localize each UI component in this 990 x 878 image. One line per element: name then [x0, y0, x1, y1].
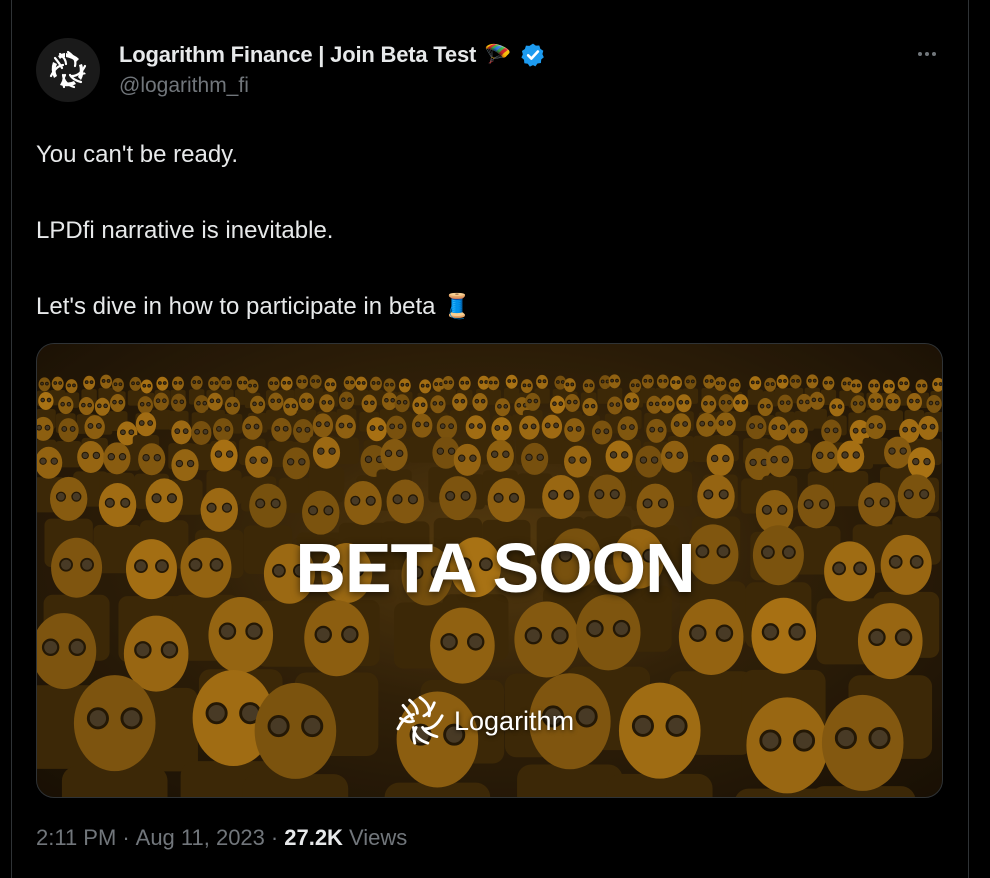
logarithm-logo-icon: [396, 696, 444, 745]
tweet-date[interactable]: Aug 11, 2023: [136, 825, 265, 851]
views-count: 27.2K: [284, 825, 343, 850]
more-options-icon[interactable]: [913, 44, 941, 64]
parachute-emoji: 🪂: [484, 42, 512, 67]
display-name[interactable]: Logarithm Finance | Join Beta Test: [119, 42, 476, 68]
tweet-text: You can't be ready. LPDfi narrative is i…: [36, 136, 936, 326]
meta-separator: ·: [270, 825, 279, 850]
logarithm-logo-icon: [49, 50, 87, 89]
views-label: Views: [348, 825, 408, 850]
verified-badge-icon: [520, 43, 544, 67]
tweet-line-2: LPDfi narrative is inevitable.: [36, 217, 334, 244]
media-headline: BETA SOON: [295, 529, 695, 607]
left-border: [11, 0, 12, 878]
author-name-row: Logarithm Finance | Join Beta Test 🪂: [119, 40, 546, 70]
thread-emoji: 🧵: [442, 293, 473, 320]
tweet-meta: 2:11 PM · Aug 11, 2023 · 27.2K Views: [36, 822, 407, 854]
meta-separator: ·: [122, 825, 130, 850]
avatar[interactable]: [36, 38, 100, 102]
right-border: [968, 0, 969, 878]
tweet-line-1: You can't be ready.: [36, 141, 239, 168]
media-brand: Logarithm: [394, 695, 574, 747]
tweet-time[interactable]: 2:11 PM: [36, 825, 116, 851]
tweet-line-3: Let's dive in how to participate in beta…: [36, 293, 473, 320]
author-handle[interactable]: @logarithm_fi: [119, 74, 249, 98]
media-brand-name: Logarithm: [454, 705, 575, 736]
